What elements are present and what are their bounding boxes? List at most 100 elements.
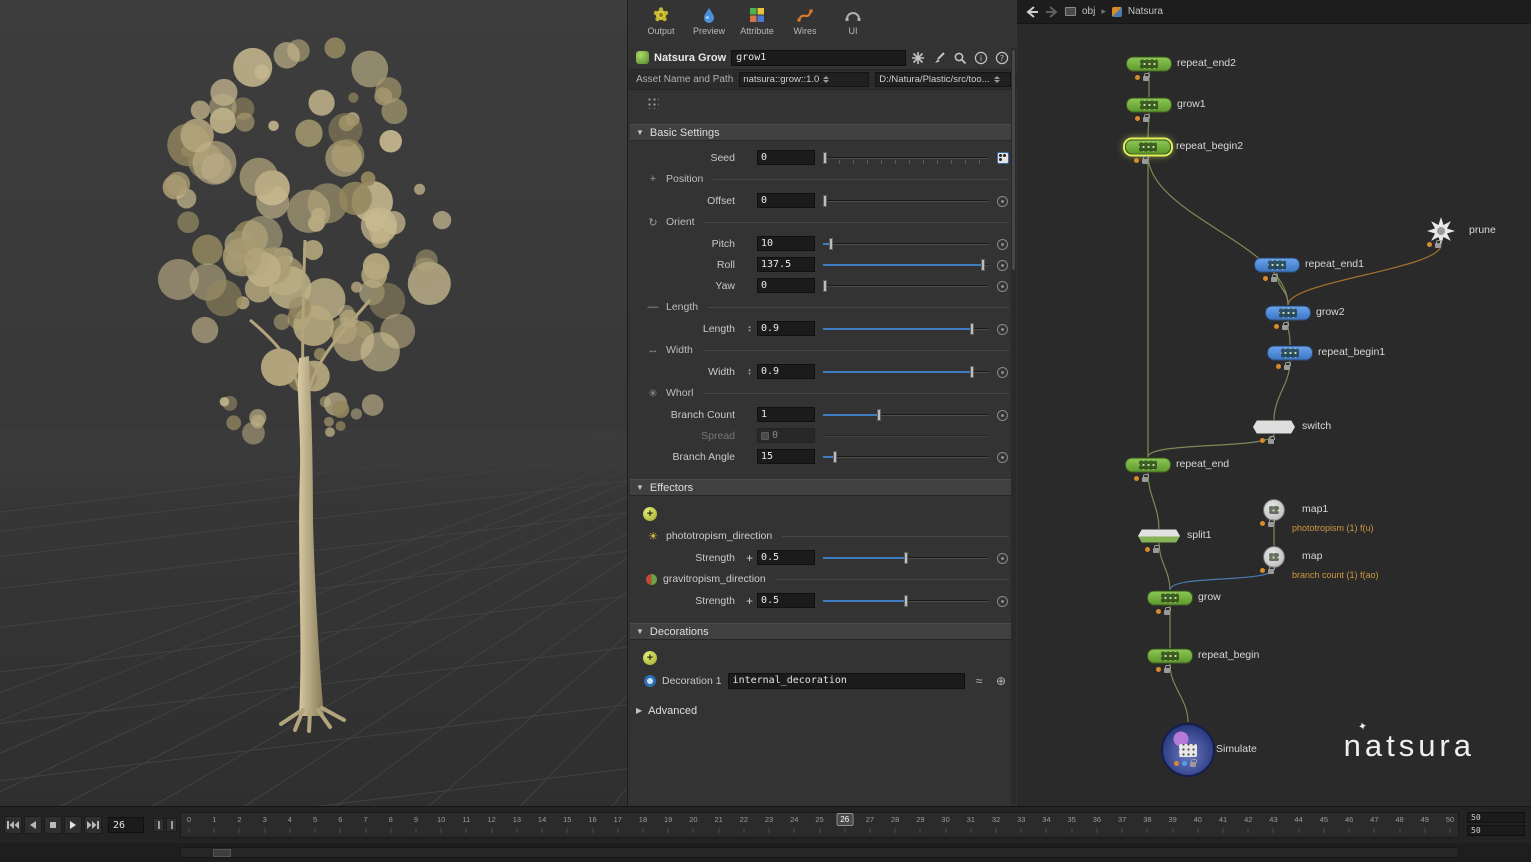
param-slider[interactable] xyxy=(823,364,988,379)
grid-dots-icon[interactable] xyxy=(646,96,659,109)
param-slider[interactable] xyxy=(823,236,988,251)
param-value-field[interactable]: 0.5 xyxy=(757,593,815,608)
frame-tick-44[interactable]: 44 xyxy=(1295,815,1303,824)
frame-tick-41[interactable]: 41 xyxy=(1219,815,1227,824)
viewport-3d[interactable] xyxy=(0,0,627,806)
back-arrow-icon[interactable] xyxy=(1025,6,1039,18)
output-flag-icon[interactable] xyxy=(1427,242,1432,247)
lock-icon[interactable] xyxy=(1268,522,1274,527)
spinner-icon[interactable] xyxy=(994,76,1000,83)
section-header-effectors[interactable]: ▼Effectors xyxy=(630,479,1015,496)
range-start-button[interactable] xyxy=(153,818,164,832)
frame-tick-5[interactable]: 5 xyxy=(313,815,317,824)
frame-tick-35[interactable]: 35 xyxy=(1068,815,1076,824)
param-slider[interactable] xyxy=(823,278,988,293)
output-flag-icon[interactable] xyxy=(1276,364,1281,369)
param-value-field[interactable]: 0.9 xyxy=(757,364,815,379)
param-slider[interactable] xyxy=(823,193,988,208)
lock-icon[interactable] xyxy=(1164,668,1170,673)
param-value-field[interactable]: 15 xyxy=(757,449,815,464)
value-ladder-icon[interactable]: ▴▾ xyxy=(742,325,757,333)
frame-tick-7[interactable]: 7 xyxy=(363,815,367,824)
param-menu-icon[interactable] xyxy=(995,550,1011,566)
frame-tick-50[interactable]: 50 xyxy=(1446,815,1454,824)
frame-tick-3[interactable]: 3 xyxy=(263,815,267,824)
param-value-field[interactable]: 0 xyxy=(757,150,815,165)
output-flag-icon[interactable] xyxy=(1134,476,1139,481)
breadcrumb-root[interactable]: obj xyxy=(1082,6,1095,17)
param-value-field[interactable]: 0.9 xyxy=(757,321,815,336)
frame-tick-11[interactable]: 11 xyxy=(463,815,471,824)
step-back-button[interactable] xyxy=(24,816,42,834)
range-end-button[interactable] xyxy=(166,818,177,832)
frame-tick-16[interactable]: 16 xyxy=(588,815,596,824)
lock-icon[interactable] xyxy=(1142,477,1148,482)
forward-arrow-icon[interactable] xyxy=(1045,6,1059,18)
frame-tick-36[interactable]: 36 xyxy=(1093,815,1101,824)
params-scrollbar[interactable] xyxy=(1011,48,1016,804)
slider-handle[interactable] xyxy=(981,259,985,271)
lock-icon[interactable] xyxy=(1143,76,1149,81)
param-value-field[interactable]: 0.5 xyxy=(757,550,815,565)
brush-icon[interactable] xyxy=(932,51,946,65)
visibility-toggle-icon[interactable] xyxy=(644,675,656,687)
frame-tick-15[interactable]: 15 xyxy=(563,815,571,824)
node-shape[interactable] xyxy=(1263,499,1285,521)
add-decoration-button[interactable]: + xyxy=(643,651,657,665)
node-shape[interactable] xyxy=(1125,140,1171,155)
tab-output[interactable]: Output xyxy=(638,4,684,44)
lock-icon[interactable] xyxy=(1268,569,1274,574)
node-shape[interactable] xyxy=(1254,258,1300,273)
param-menu-icon[interactable] xyxy=(995,321,1011,337)
frame-tick-9[interactable]: 9 xyxy=(414,815,418,824)
node-shape[interactable] xyxy=(1126,57,1172,72)
output-flag-icon[interactable] xyxy=(1274,324,1279,329)
output-flag-icon[interactable] xyxy=(1156,609,1161,614)
output-flag-icon[interactable] xyxy=(1263,276,1268,281)
tab-ui[interactable]: UI xyxy=(830,4,876,44)
tab-preview[interactable]: Preview xyxy=(686,4,732,44)
param-slider[interactable] xyxy=(823,407,988,422)
timeline-scrollbar[interactable] xyxy=(180,847,1459,858)
frame-tick-4[interactable]: 4 xyxy=(288,815,292,824)
frame-tick-28[interactable]: 28 xyxy=(891,815,899,824)
output-flag-icon[interactable] xyxy=(1134,158,1139,163)
slider-handle[interactable] xyxy=(823,280,827,292)
frame-tick-34[interactable]: 34 xyxy=(1042,815,1050,824)
frame-tick-18[interactable]: 18 xyxy=(639,815,647,824)
node-shape[interactable] xyxy=(1147,649,1193,664)
slider-handle[interactable] xyxy=(833,451,837,463)
frame-tick-22[interactable]: 22 xyxy=(740,815,748,824)
frame-tick-12[interactable]: 12 xyxy=(487,815,495,824)
param-slider[interactable] xyxy=(823,428,988,443)
gear-icon[interactable] xyxy=(911,51,925,65)
jump-to-start-button[interactable] xyxy=(4,816,22,834)
add-effector-button[interactable]: + xyxy=(643,507,657,521)
frame-tick-48[interactable]: 48 xyxy=(1395,815,1403,824)
timeline-scroll-handle[interactable] xyxy=(213,849,231,857)
node-shape[interactable] xyxy=(1263,546,1285,568)
node-shape[interactable] xyxy=(1126,98,1172,113)
frame-tick-21[interactable]: 21 xyxy=(714,815,722,824)
output-flag-icon[interactable] xyxy=(1260,438,1265,443)
param-menu-icon[interactable] xyxy=(995,364,1011,380)
frame-tick-23[interactable]: 23 xyxy=(765,815,773,824)
tab-attribute[interactable]: Attribute xyxy=(734,4,780,44)
frame-tick-30[interactable]: 30 xyxy=(941,815,949,824)
param-slider[interactable] xyxy=(823,593,988,608)
section-header-basic-settings[interactable]: ▼Basic Settings xyxy=(630,124,1015,141)
output-flag-icon[interactable] xyxy=(1260,568,1265,573)
param-value-field[interactable]: 10 xyxy=(757,236,815,251)
range-end-field-1[interactable] xyxy=(1467,812,1525,823)
frame-tick-33[interactable]: 33 xyxy=(1017,815,1025,824)
param-value-field[interactable]: 1 xyxy=(757,407,815,422)
param-value-field[interactable]: 0 xyxy=(757,193,815,208)
curve-icon[interactable]: ≈ xyxy=(971,674,987,688)
frame-tick-45[interactable]: 45 xyxy=(1320,815,1328,824)
frame-tick-31[interactable]: 31 xyxy=(967,815,975,824)
lock-icon[interactable] xyxy=(1142,159,1148,164)
help-icon[interactable]: ? xyxy=(995,51,1009,65)
output-flag-icon[interactable] xyxy=(1260,521,1265,526)
frame-tick-10[interactable]: 10 xyxy=(437,815,445,824)
frame-tick-37[interactable]: 37 xyxy=(1118,815,1126,824)
